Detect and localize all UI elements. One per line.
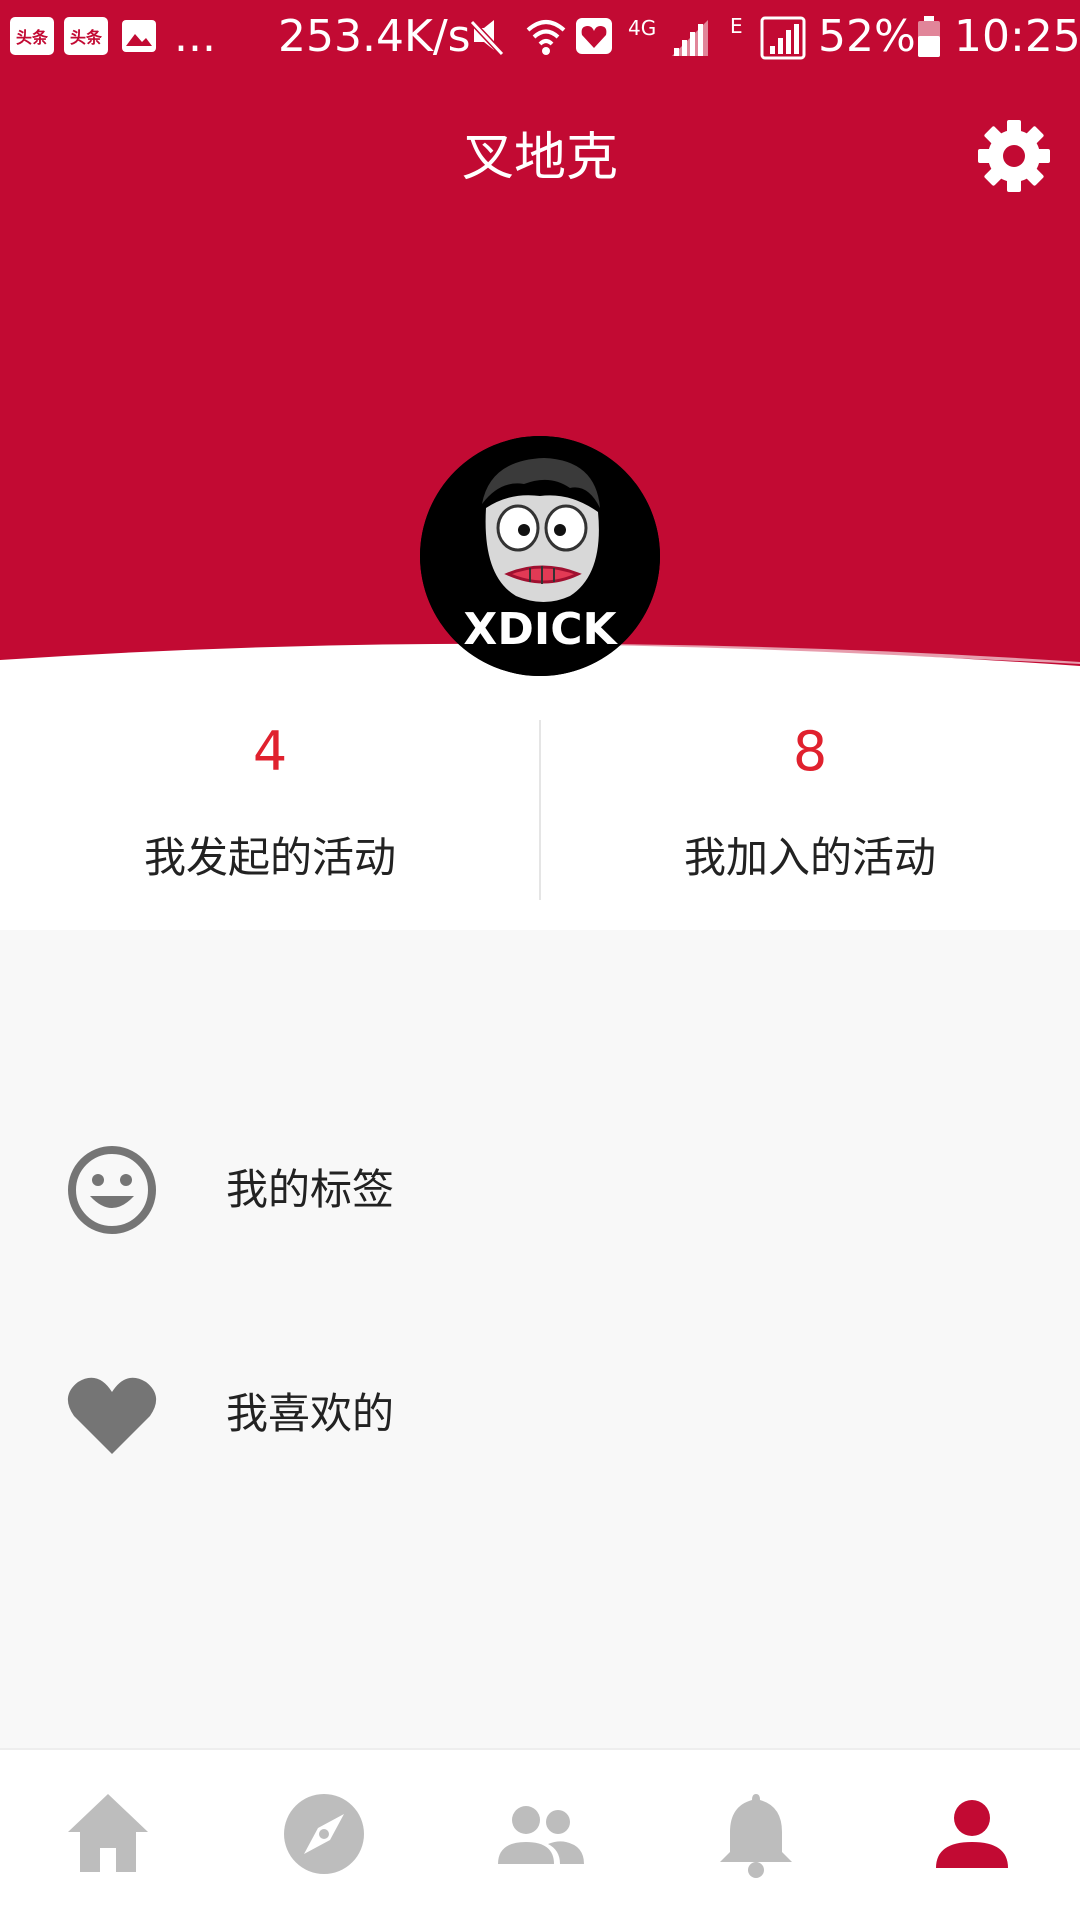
activity-stats: 4 我发起的活动 8 我加入的活动 [0,680,1080,930]
stat-joined-activities[interactable]: 8 我加入的活动 [540,716,1080,886]
network-4g-label: 4G [628,16,657,40]
battery-percent: 52% [818,11,916,62]
smiley-icon [68,1146,156,1234]
heart-app-icon [576,18,612,54]
stat-label: 我发起的活动 [143,833,396,882]
stat-created-activities[interactable]: 4 我发起的活动 [0,716,540,886]
wifi-icon [526,20,566,55]
gear-icon[interactable] [974,116,1054,196]
avatar-text: XDICK [463,604,618,655]
profile-screen: 头条 头条 ... 253.4K/s 4G E 52% 10:25 叉地克 XD… [0,0,1080,1920]
toutiao-app-icon-2: 头条 [64,17,108,55]
page-title: 叉地克 [461,128,618,188]
menu-item-my-likes[interactable]: 我喜欢的 [0,1356,1080,1476]
gallery-icon [122,20,156,52]
battery-icon [918,16,940,57]
menu-item-my-tags[interactable]: 我的标签 [0,1132,1080,1252]
mute-icon [469,19,505,57]
people-icon[interactable] [490,1784,590,1884]
stat-value: 8 [792,720,828,783]
toutiao-app-icon: 头条 [10,17,54,55]
bell-icon[interactable] [706,1784,806,1884]
signal-icon-2 [760,16,806,60]
person-icon[interactable] [922,1784,1022,1884]
stat-value: 4 [252,720,288,783]
stat-label: 我加入的活动 [683,833,936,882]
network-e-label: E [730,14,743,38]
clock: 10:25 [954,11,1080,62]
signal-icon [672,20,708,56]
bottom-tab-bar [0,1748,1080,1920]
compass-icon[interactable] [274,1784,374,1884]
menu-label: 我的标签 [226,1165,395,1214]
heart-icon [67,1377,157,1454]
network-speed: 253.4K/s [278,11,471,62]
more-notifications: ... [174,11,216,62]
avatar-image: XDICK [420,436,660,676]
avatar[interactable]: XDICK [420,436,660,676]
home-icon[interactable] [58,1784,158,1884]
menu-label: 我喜欢的 [226,1389,395,1438]
status-bar: 头条 头条 ... 253.4K/s 4G E 52% 10:25 [0,0,1080,76]
